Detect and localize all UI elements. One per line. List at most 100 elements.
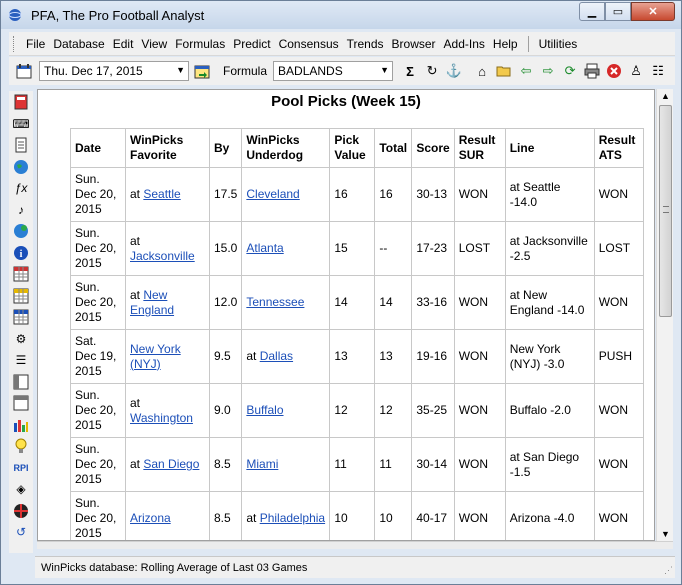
sigma-icon[interactable]: Σ — [401, 62, 419, 80]
date-select[interactable]: Thu. Dec 17, 2015 ▼ — [39, 61, 189, 81]
calendar-go-icon[interactable] — [193, 62, 211, 80]
cell-line: at San Diego -1.5 — [504, 437, 595, 492]
notepad-icon[interactable] — [12, 136, 30, 154]
underdog-team-link[interactable]: Miami — [246, 457, 278, 471]
wizard-icon[interactable]: ♙ — [627, 62, 645, 80]
content-footer-bar — [37, 541, 673, 549]
menu-formulas[interactable]: Formulas — [171, 37, 229, 51]
back-arrow-icon[interactable]: ⇦ — [517, 62, 535, 80]
print-icon[interactable] — [583, 62, 601, 80]
favorite-team-link[interactable]: New York (NYJ) — [130, 342, 181, 371]
info-icon[interactable]: i — [12, 244, 30, 262]
home-icon[interactable]: ⌂ — [473, 62, 491, 80]
close-button[interactable]: ✕ — [631, 2, 675, 21]
cube-icon[interactable]: ◈ — [12, 480, 30, 498]
cell-underdog: at Philadelphia — [241, 491, 331, 540]
underdog-team-link[interactable]: Philadelphia — [260, 511, 325, 525]
cell-pick-value: 10 — [329, 491, 376, 540]
menu-trends[interactable]: Trends — [343, 37, 388, 51]
cell-favorite: New York (NYJ) — [125, 329, 210, 384]
cell-underdog: Miami — [241, 437, 331, 492]
globe-icon[interactable] — [12, 158, 30, 176]
favorite-prefix: at — [130, 233, 141, 248]
favorite-team-link[interactable]: Jacksonville — [130, 249, 195, 263]
menu-file[interactable]: File — [22, 37, 49, 51]
settings-sliders-icon[interactable]: ⚙ — [12, 330, 30, 348]
cell-score: 40-17 — [411, 491, 455, 540]
spreadsheet-chart-icon[interactable] — [12, 308, 30, 326]
scroll-down-icon[interactable]: ▼ — [661, 529, 670, 539]
menu-view[interactable]: View — [137, 37, 171, 51]
cell-date: Sun. Dec 20, 2015 — [70, 491, 126, 540]
calculator-icon[interactable] — [12, 93, 30, 111]
underdog-team-link[interactable]: Atlanta — [246, 241, 283, 255]
favorite-prefix: at — [130, 187, 144, 201]
scroll-up-icon[interactable]: ▲ — [661, 91, 670, 101]
cell-result-sur: WON — [453, 167, 506, 222]
keyboard-icon[interactable]: ⌨ — [12, 115, 30, 133]
maximize-button[interactable]: ▭ — [605, 2, 631, 21]
cell-result-ats: WON — [593, 383, 644, 438]
underdog-team-link[interactable]: Dallas — [260, 349, 293, 363]
underdog-team-link[interactable]: Buffalo — [246, 403, 283, 417]
window-icon[interactable] — [12, 394, 30, 412]
minimize-button[interactable]: ▁ — [579, 2, 605, 21]
music-icon[interactable]: ♪ — [12, 201, 30, 219]
cell-line: Arizona -4.0 — [504, 491, 595, 540]
spreadsheet-edit-icon[interactable] — [12, 287, 30, 305]
cell-favorite: at New England — [125, 275, 210, 330]
menu-utilities[interactable]: Utilities — [535, 37, 582, 51]
scrollbar-thumb[interactable] — [659, 105, 672, 317]
favorite-prefix: at — [130, 287, 144, 302]
underdog-team-link[interactable]: Tennessee — [246, 295, 304, 309]
bar-chart-icon[interactable] — [12, 416, 30, 434]
chevron-down-icon[interactable]: ▼ — [380, 65, 389, 75]
favorite-team-link[interactable]: Arizona — [130, 511, 171, 525]
cell-score: 30-13 — [411, 167, 455, 222]
cell-result-ats: WON — [593, 275, 644, 330]
colorwheel-icon[interactable] — [12, 502, 30, 520]
menu-edit[interactable]: Edit — [109, 37, 138, 51]
cell-total: 16 — [374, 167, 413, 222]
menu-add-ins[interactable]: Add-Ins — [440, 37, 489, 51]
table-row: Sun. Dec 20, 2015 at Jacksonville 15.0 A… — [70, 221, 644, 276]
calendar-icon[interactable] — [15, 62, 33, 80]
cell-result-ats: PUSH — [593, 329, 644, 384]
menu-consensus[interactable]: Consensus — [275, 37, 343, 51]
menu-help[interactable]: Help — [489, 37, 522, 51]
list-icon[interactable]: ☰ — [12, 351, 30, 369]
favorite-team-link[interactable]: San Diego — [143, 457, 199, 471]
spreadsheet-icon[interactable] — [12, 265, 30, 283]
folder-open-icon[interactable] — [495, 62, 513, 80]
header-score: Score — [411, 128, 455, 168]
anchor-icon[interactable]: ⚓ — [445, 62, 463, 80]
menu-predict[interactable]: Predict — [229, 37, 274, 51]
function-icon[interactable]: ƒx — [12, 179, 30, 197]
header-winpicks-underdog: WinPicks Underdog — [241, 128, 331, 168]
toolbar: Thu. Dec 17, 2015 ▼ Formula BADLANDS ▼ Σ… — [9, 57, 675, 85]
rpi-icon[interactable]: RPI — [12, 459, 30, 477]
menu-database[interactable]: Database — [49, 37, 108, 51]
refresh-icon[interactable]: ↻ — [423, 62, 441, 80]
settings-icon[interactable]: ☷ — [649, 62, 667, 80]
date-select-value: Thu. Dec 17, 2015 — [44, 64, 143, 78]
resize-grip-icon[interactable]: ⋰ — [664, 565, 673, 576]
stop-icon[interactable] — [605, 62, 623, 80]
cell-favorite: at Seattle — [125, 167, 210, 222]
cycle-icon[interactable]: ↺ — [12, 523, 30, 541]
cell-line: Buffalo -2.0 — [504, 383, 595, 438]
chevron-down-icon[interactable]: ▼ — [176, 65, 185, 75]
layout-icon[interactable] — [12, 373, 30, 391]
forward-arrow-icon[interactable]: ⇨ — [539, 62, 557, 80]
favorite-team-link[interactable]: Seattle — [143, 187, 180, 201]
formula-select[interactable]: BADLANDS ▼ — [273, 61, 394, 81]
lightbulb-icon[interactable] — [12, 437, 30, 455]
menu-browser[interactable]: Browser — [388, 37, 440, 51]
underdog-team-link[interactable]: Cleveland — [246, 187, 299, 201]
cell-favorite: at San Diego — [125, 437, 210, 492]
reload-icon[interactable]: ⟳ — [561, 62, 579, 80]
favorite-team-link[interactable]: Washington — [130, 411, 193, 425]
table-header-row: Date WinPicks Favorite By WinPicks Under… — [70, 128, 644, 168]
network-icon[interactable] — [12, 222, 30, 240]
vertical-scrollbar[interactable]: ▲ ▼ — [656, 89, 673, 541]
